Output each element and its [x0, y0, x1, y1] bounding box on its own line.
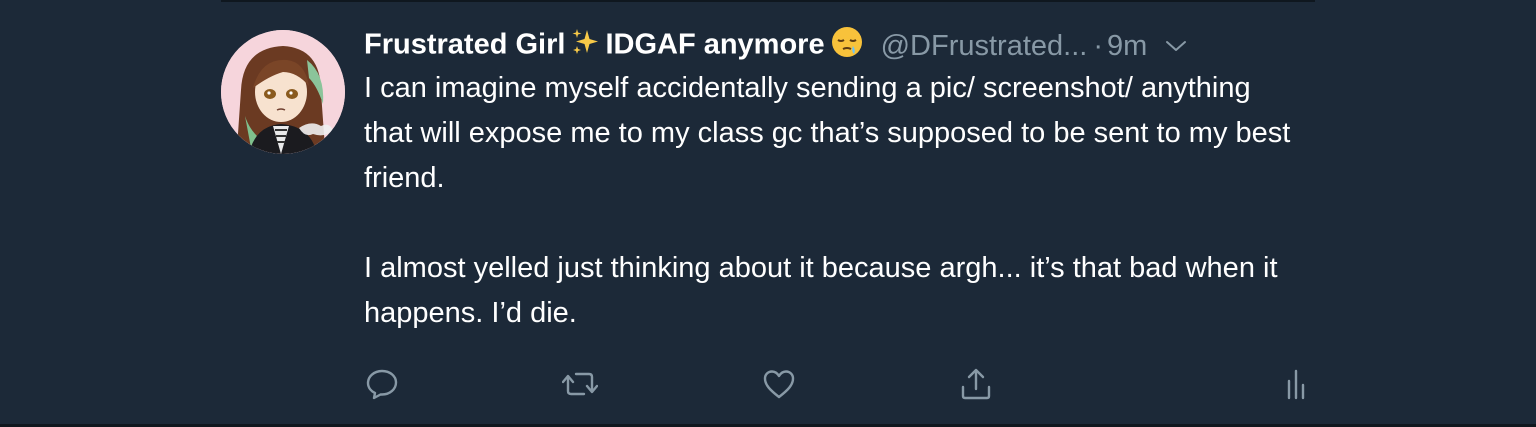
sparkles-icon	[571, 28, 599, 64]
share-icon[interactable]	[958, 366, 994, 402]
like-icon[interactable]	[761, 366, 797, 402]
tweet-header: Frustrated Girl IDGAF anymore @DFrustrat…	[364, 26, 1315, 66]
tweet[interactable]: Frustrated Girl IDGAF anymore @DFrustrat…	[221, 26, 1315, 418]
analytics-icon[interactable]	[1278, 366, 1314, 402]
display-name-part1: Frustrated Girl	[364, 28, 566, 61]
top-divider	[221, 0, 1315, 2]
avatar-image	[221, 30, 345, 154]
tweet-text: I can imagine myself accidentally sendin…	[364, 66, 1304, 336]
avatar[interactable]	[221, 30, 345, 154]
retweet-icon[interactable]	[562, 366, 598, 402]
display-name-part2: IDGAF anymore	[605, 28, 825, 61]
sleepy-face-icon	[831, 26, 863, 66]
separator-dot: ·	[1093, 29, 1103, 62]
tweet-paragraph-2: I almost yelled just thinking about it b…	[364, 252, 1278, 329]
reply-icon[interactable]	[364, 366, 400, 402]
timeline-page: Frustrated Girl IDGAF anymore @DFrustrat…	[0, 0, 1536, 427]
tweet-content: Frustrated Girl IDGAF anymore @DFrustrat…	[364, 26, 1315, 336]
display-name[interactable]: Frustrated Girl IDGAF anymore	[364, 26, 869, 66]
tweet-actions	[364, 366, 1315, 402]
user-handle[interactable]: @DFrustrated...	[881, 30, 1088, 63]
tweet-time[interactable]: 9m	[1107, 30, 1147, 63]
chevron-down-icon[interactable]	[1165, 39, 1187, 53]
tweet-paragraph-1: I can imagine myself accidentally sendin…	[364, 72, 1291, 194]
